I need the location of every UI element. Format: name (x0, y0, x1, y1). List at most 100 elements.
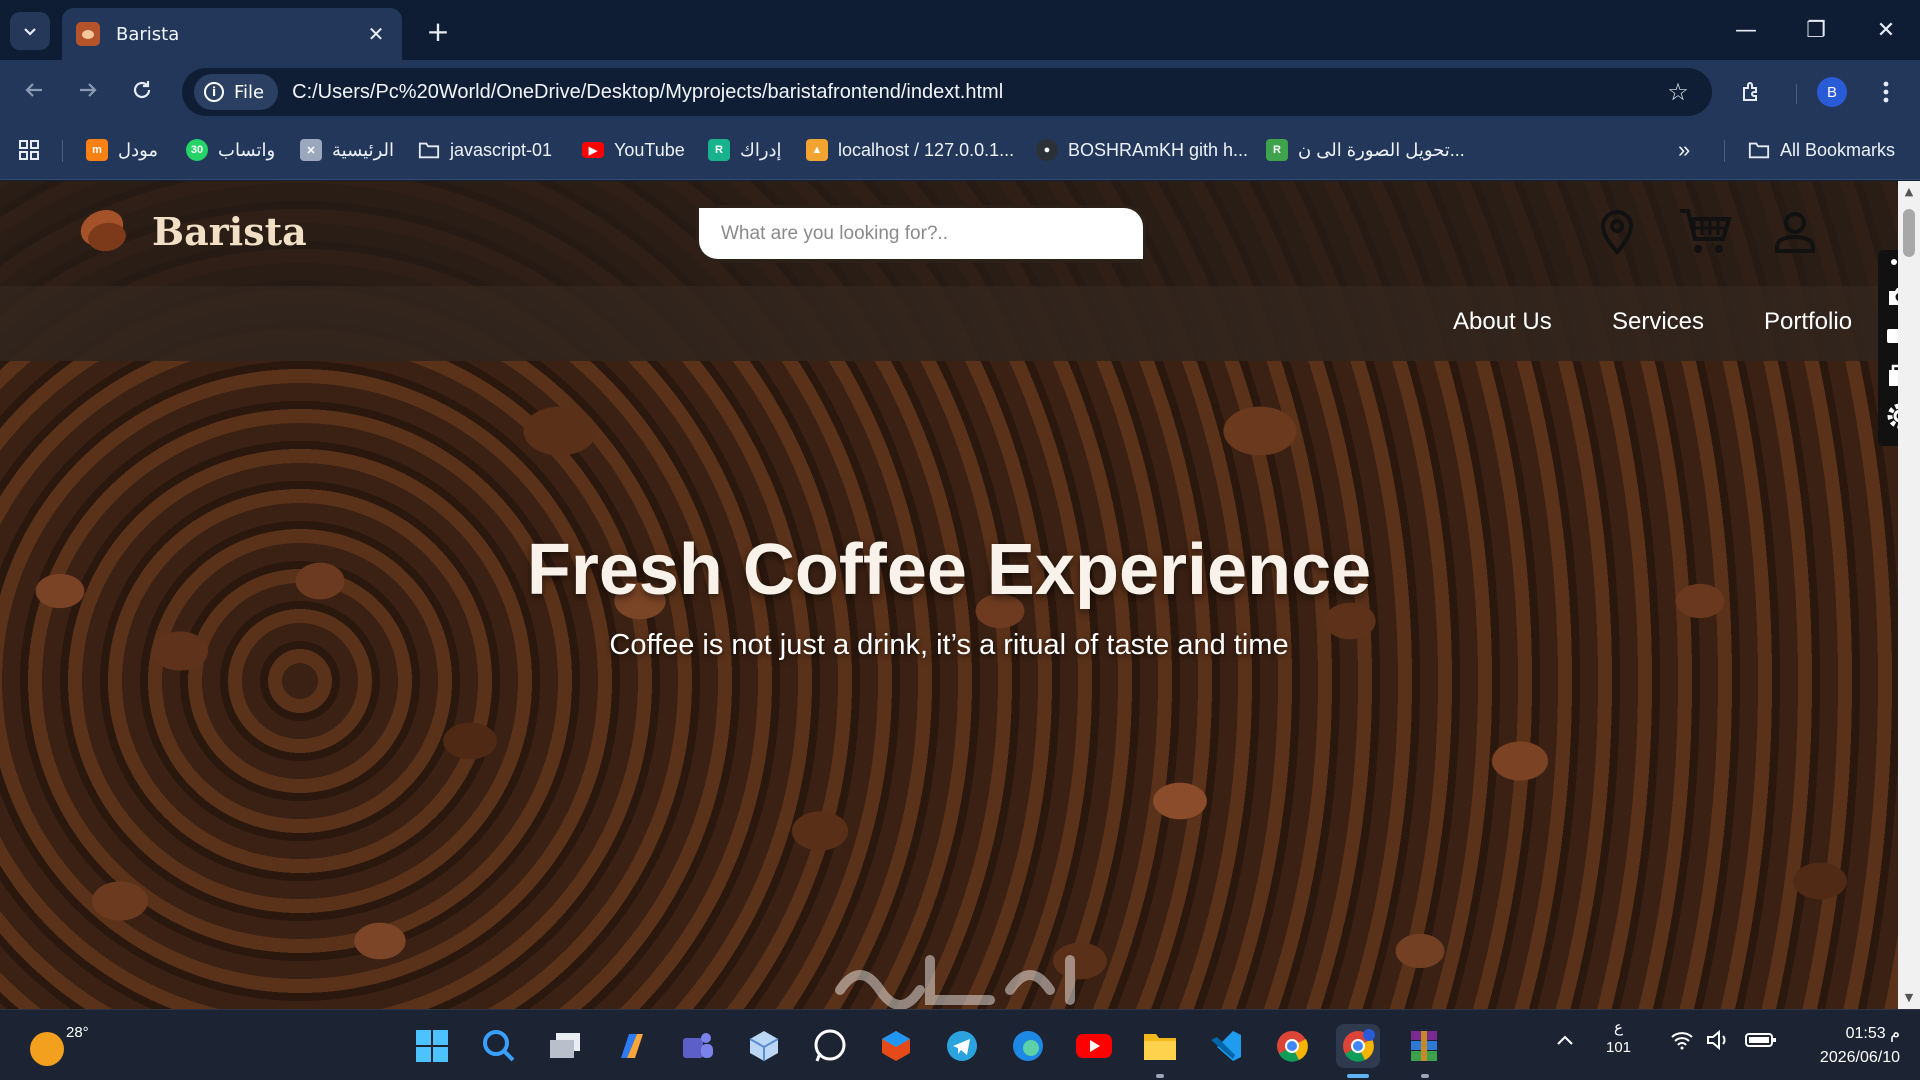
location-button[interactable] (1588, 203, 1646, 261)
site-search-box[interactable] (696, 205, 1146, 263)
puzzle-icon (1743, 82, 1757, 101)
telegram-icon (947, 1031, 977, 1061)
bookmark-star-icon[interactable]: ☆ (1658, 78, 1698, 106)
whatsapp-app[interactable] (808, 1024, 852, 1068)
vscode-icon (1211, 1031, 1241, 1061)
location-pin-icon (1600, 209, 1634, 255)
restore-button[interactable]: ❐ (1788, 8, 1844, 52)
profile-button[interactable]: B (1812, 72, 1852, 112)
sun-weather-icon (30, 1032, 64, 1066)
winrar-icon (1411, 1031, 1437, 1061)
running-indicator (1156, 1074, 1164, 1078)
3d-viewer-app[interactable] (742, 1024, 786, 1068)
tab-search-button[interactable] (10, 12, 50, 50)
page-scrollbar[interactable]: ▲ ▼ (1898, 181, 1920, 1009)
show-hidden-icons-button[interactable] (1556, 1030, 1574, 1053)
bookmarks-divider (62, 140, 63, 162)
bookmark-moodle[interactable]: m مودل (86, 136, 158, 164)
bookmark-localhost[interactable]: ▲ localhost / 127.0.0.1... (806, 136, 1014, 164)
nav-link-about-us[interactable]: About Us (1453, 308, 1552, 336)
tab-close-button[interactable]: ✕ (364, 22, 388, 46)
start-button[interactable] (410, 1024, 454, 1068)
nav-link-services[interactable]: Services (1612, 308, 1704, 336)
back-button[interactable] (14, 70, 54, 110)
youtube-icon (1076, 1034, 1112, 1058)
taskbar-search-button[interactable] (477, 1024, 521, 1068)
bookmark-label: واتساب (218, 139, 276, 160)
all-bookmarks-label: All Bookmarks (1780, 139, 1896, 160)
bookmark-label: إدراك (740, 139, 782, 160)
close-window-button[interactable]: ✕ (1858, 8, 1914, 52)
bookmark-edraak[interactable]: R إدراك (708, 136, 782, 164)
browser-menu-button[interactable] (1866, 72, 1906, 112)
clock-date: 2026/06/10 (1819, 1049, 1900, 1066)
extensions-button[interactable] (1732, 72, 1772, 112)
bookmark-label: localhost / 127.0.0.1... (838, 139, 1015, 160)
minimize-button[interactable]: — (1718, 8, 1774, 52)
cart-button[interactable] (1676, 203, 1734, 261)
cube-icon (749, 1031, 779, 1061)
teams-app[interactable] (676, 1024, 720, 1068)
telegram-app[interactable] (940, 1024, 984, 1068)
bookmark-github[interactable]: ● BOSHRAmKH gith h... (1036, 136, 1248, 164)
kebab-menu-icon (1883, 81, 1889, 103)
tab-title: Barista (116, 23, 180, 45)
site-logo[interactable]: Barista (74, 203, 307, 255)
apps-grid-button[interactable] (18, 136, 40, 164)
bookmark-label: مودل (118, 139, 159, 160)
bookmark-whatsapp[interactable]: 30 واتساب (186, 136, 275, 164)
tab-barista[interactable]: Barista ✕ (62, 8, 402, 60)
url-text[interactable]: C:/Users/Pc%20World/OneDrive/Desktop/Myp… (292, 81, 1658, 104)
converter-icon: R (1266, 139, 1288, 161)
copilot-icon (621, 1034, 643, 1058)
clock-time: 01:53 م (1845, 1025, 1900, 1042)
scroll-up-arrow-icon[interactable]: ▲ (1902, 185, 1916, 199)
bookmarks-bar: m مودل 30 واتساب ✕ الرئيسية javascript-0… (0, 120, 1920, 180)
volume-icon (1707, 1029, 1726, 1051)
scroll-thumb[interactable] (1903, 209, 1915, 257)
network-volume-battery-group[interactable] (1670, 1029, 1777, 1055)
site-info-label: File (234, 81, 265, 103)
forward-button[interactable] (68, 70, 108, 110)
winrar-app[interactable] (1402, 1024, 1446, 1068)
all-bookmarks-button[interactable]: All Bookmarks (1748, 136, 1895, 164)
bookmark-image-converter[interactable]: R تحويل الصورة الى ن... (1266, 136, 1465, 164)
phpmyadmin-icon: ▲ (806, 139, 828, 161)
chrome-icon (1343, 1029, 1375, 1062)
profile-avatar: B (1817, 77, 1847, 107)
site-search-input[interactable] (721, 222, 1143, 245)
account-button[interactable] (1766, 203, 1824, 261)
web-page: Barista About Us Services Portfolio Fres… (0, 181, 1898, 1009)
task-view-button[interactable] (543, 1024, 587, 1068)
vscode-app[interactable] (1204, 1024, 1248, 1068)
keyboard-language-indicator[interactable]: ع 101 (1606, 1018, 1631, 1058)
site-info-chip[interactable]: i File (194, 74, 279, 110)
new-tab-button[interactable]: + (420, 14, 456, 48)
chrome-profile-app[interactable] (1336, 1024, 1380, 1068)
bookmark-label: BOSHRAmKH gith h... (1068, 139, 1249, 160)
weather-widget[interactable]: 28° (30, 1024, 89, 1066)
office-app[interactable] (874, 1024, 918, 1068)
system-clock[interactable]: 01:53 م 2026/06/10 (1780, 1022, 1900, 1070)
task-view-icon (550, 1033, 580, 1058)
edge-app[interactable] (1006, 1024, 1050, 1068)
address-bar[interactable]: i File C:/Users/Pc%20World/OneDrive/Desk… (182, 68, 1712, 116)
bookmark-home[interactable]: ✕ الرئيسية (300, 136, 394, 164)
bookmark-label: javascript-01 (450, 139, 553, 160)
reload-button[interactable] (122, 70, 162, 110)
bookmark-folder-javascript[interactable]: javascript-01 (418, 136, 552, 164)
windows-taskbar: 28° ع 101 01:53 م 2026/06/10 (0, 1009, 1920, 1080)
scroll-down-arrow-icon[interactable]: ▼ (1902, 991, 1916, 1005)
chrome-app[interactable] (1270, 1024, 1314, 1068)
whatsapp-icon: 30 (186, 139, 208, 161)
language-layout-code: 101 (1606, 1039, 1632, 1056)
folder-icon (418, 142, 440, 159)
youtube-app[interactable] (1072, 1024, 1116, 1068)
edraak-icon: R (708, 139, 730, 161)
file-explorer-app[interactable] (1138, 1024, 1182, 1068)
bookmarks-overflow-button[interactable]: » (1678, 136, 1690, 164)
nav-link-portfolio[interactable]: Portfolio (1764, 308, 1852, 336)
youtube-icon: ▶ (582, 142, 604, 158)
bookmark-youtube[interactable]: ▶ YouTube (582, 136, 685, 164)
copilot-app[interactable] (610, 1024, 654, 1068)
